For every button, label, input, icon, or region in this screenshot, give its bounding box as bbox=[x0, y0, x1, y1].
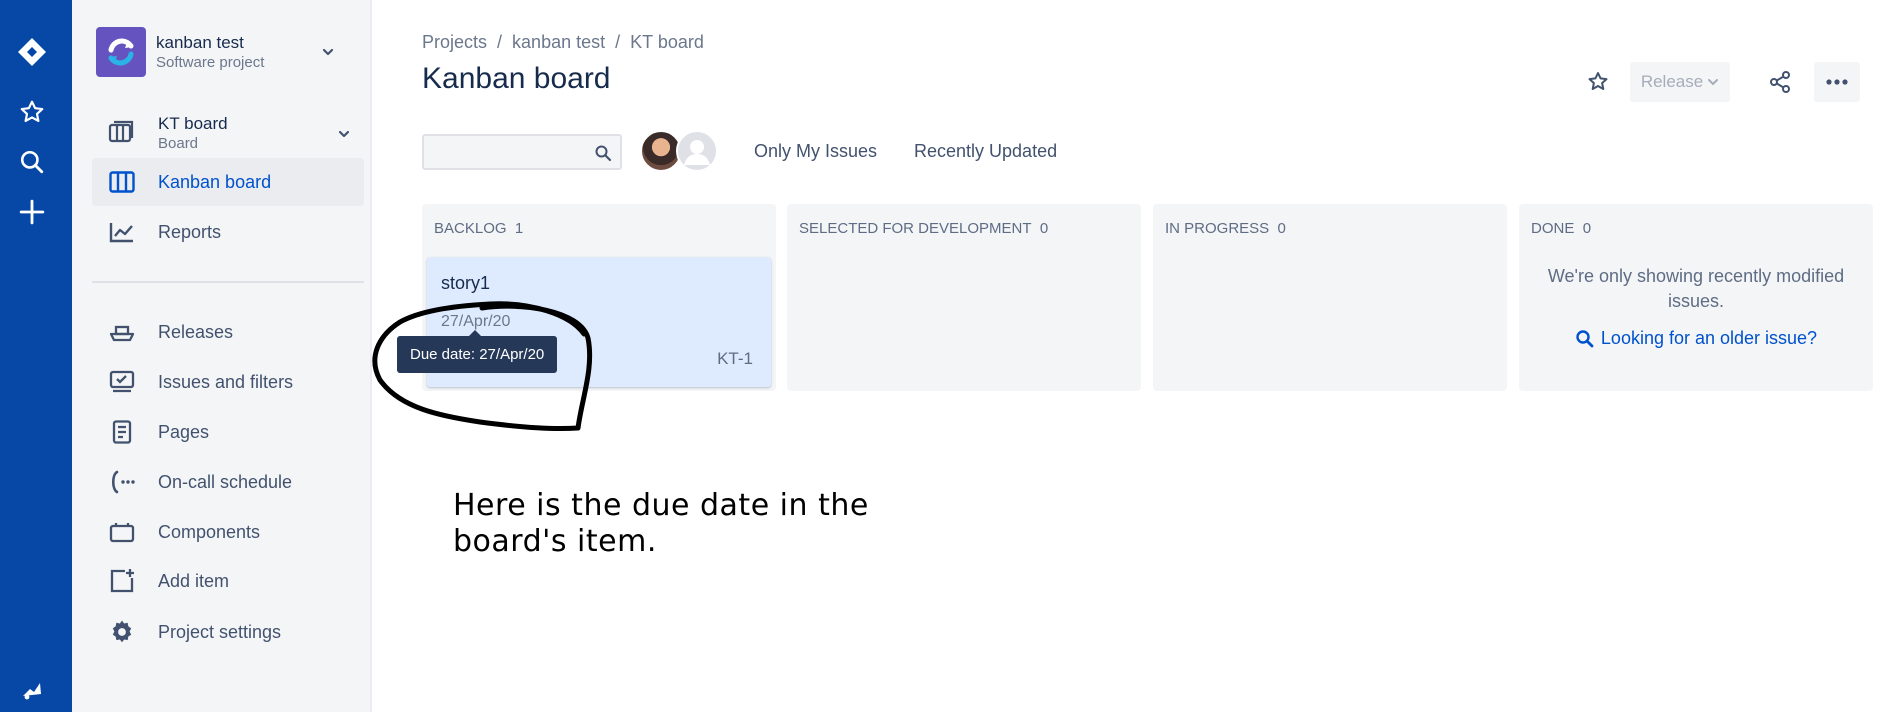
annotation-text: Here is the due date in the board's item… bbox=[453, 488, 869, 559]
sidebar-item-label: Issues and filters bbox=[158, 371, 294, 392]
assignee-filter bbox=[640, 130, 718, 172]
project-avatar bbox=[96, 27, 146, 77]
board-switcher[interactable]: KT board Board bbox=[92, 108, 364, 158]
board-search bbox=[422, 134, 622, 170]
gear-icon bbox=[108, 618, 136, 646]
board-column-selected-for-development: SELECTED FOR DEVELOPMENT 0 bbox=[787, 204, 1141, 391]
board-name: KT board bbox=[158, 114, 228, 133]
chevron-down-icon bbox=[1708, 79, 1719, 86]
due-date-tooltip: Due date: 27/Apr/20 bbox=[397, 330, 558, 373]
share-button[interactable] bbox=[1760, 62, 1800, 102]
project-switcher[interactable]: kanban test Software project bbox=[96, 26, 348, 78]
project-type: Software project bbox=[156, 54, 265, 71]
sidebar-item-kanban-board[interactable]: Kanban board bbox=[92, 158, 364, 206]
board-column-in-progress: IN PROGRESS 0 bbox=[1153, 204, 1507, 391]
user-icon bbox=[684, 140, 710, 165]
chevron-down-icon[interactable] bbox=[320, 44, 336, 60]
breadcrumb-project[interactable]: kanban test bbox=[512, 32, 605, 53]
add-item-icon bbox=[108, 567, 136, 595]
page-icon bbox=[108, 418, 136, 446]
older-issue-link[interactable]: Looking for an older issue? bbox=[1519, 328, 1873, 349]
share-icon bbox=[1770, 71, 1790, 93]
chart-icon bbox=[108, 218, 136, 246]
search-icon[interactable] bbox=[12, 142, 52, 182]
sidebar-item-pages[interactable]: Pages bbox=[92, 408, 364, 456]
done-column-message: We're only showing recently modified iss… bbox=[1547, 266, 1845, 311]
issue-key[interactable]: KT-1 bbox=[717, 349, 753, 369]
column-header: BACKLOG 1 bbox=[434, 220, 524, 237]
chevron-down-icon[interactable] bbox=[336, 126, 352, 142]
column-header: IN PROGRESS 0 bbox=[1165, 220, 1286, 237]
search-icon bbox=[1576, 329, 1594, 347]
sidebar-item-label: Project settings bbox=[158, 621, 282, 642]
breadcrumb: Projects / kanban test / KT board bbox=[422, 32, 704, 53]
sidebar-item-on-call-schedule[interactable]: On-call schedule bbox=[92, 458, 364, 506]
board-icon bbox=[108, 120, 134, 143]
star-icon[interactable] bbox=[12, 92, 52, 132]
phone-icon bbox=[108, 468, 136, 496]
search-input[interactable] bbox=[424, 136, 584, 168]
global-navigation bbox=[0, 0, 72, 712]
more-actions-button[interactable] bbox=[1814, 62, 1860, 102]
jira-logo-icon[interactable] bbox=[12, 32, 52, 72]
sidebar-item-label: Add item bbox=[158, 570, 230, 591]
sidebar-item-label: On-call schedule bbox=[158, 471, 293, 492]
ship-icon bbox=[108, 318, 136, 346]
board-columns-icon bbox=[108, 168, 136, 196]
star-board-button[interactable] bbox=[1578, 62, 1618, 102]
avatar-unassigned[interactable] bbox=[676, 130, 718, 172]
search-icon[interactable] bbox=[594, 144, 612, 162]
sidebar-item-add-item[interactable]: Add item bbox=[92, 557, 364, 605]
main-content: Projects / kanban test / KT board Kanban… bbox=[374, 0, 1884, 712]
sidebar-item-project-settings[interactable]: Project settings bbox=[92, 608, 364, 656]
sidebar-item-issues-and-filters[interactable]: Issues and filters bbox=[92, 358, 364, 406]
breadcrumb-projects[interactable]: Projects bbox=[422, 32, 487, 53]
component-icon bbox=[108, 518, 136, 546]
column-header: DONE 0 bbox=[1531, 220, 1592, 237]
feedback-icon[interactable] bbox=[12, 672, 52, 708]
sidebar-item-reports[interactable]: Reports bbox=[92, 208, 364, 256]
only-my-issues-filter[interactable]: Only My Issues bbox=[754, 141, 877, 162]
board-column-done: DONE 0 We're only showing recently modif… bbox=[1519, 204, 1873, 391]
release-label: Release bbox=[1640, 72, 1704, 91]
sidebar-item-label: Kanban board bbox=[158, 171, 272, 192]
create-icon[interactable] bbox=[12, 192, 52, 232]
sidebar-item-label: Releases bbox=[158, 321, 234, 342]
star-icon bbox=[1588, 72, 1608, 90]
more-icon bbox=[1826, 79, 1848, 85]
older-issue-link-label: Looking for an older issue? bbox=[1600, 328, 1818, 348]
board-type: Board bbox=[158, 135, 199, 152]
recently-updated-filter[interactable]: Recently Updated bbox=[914, 141, 1057, 162]
breadcrumb-separator: / bbox=[497, 32, 503, 52]
issue-summary: story1 bbox=[441, 273, 491, 293]
sidebar-item-releases[interactable]: Releases bbox=[92, 308, 364, 356]
issues-icon bbox=[108, 368, 136, 396]
project-name: kanban test bbox=[156, 33, 244, 52]
project-sidebar: kanban test Software project KT board Bo… bbox=[72, 0, 372, 712]
sidebar-item-components[interactable]: Components bbox=[92, 508, 364, 556]
header-actions: Release bbox=[1578, 62, 1860, 102]
sidebar-item-label: Reports bbox=[158, 221, 222, 242]
column-header: SELECTED FOR DEVELOPMENT 0 bbox=[799, 220, 1049, 237]
sidebar-item-label: Components bbox=[158, 521, 261, 542]
breadcrumb-board[interactable]: KT board bbox=[630, 32, 704, 53]
release-button[interactable]: Release bbox=[1630, 62, 1730, 102]
page-title: Kanban board bbox=[422, 62, 611, 95]
sidebar-divider bbox=[92, 281, 364, 283]
sidebar-item-label: Pages bbox=[158, 421, 210, 442]
breadcrumb-separator: / bbox=[615, 32, 621, 52]
